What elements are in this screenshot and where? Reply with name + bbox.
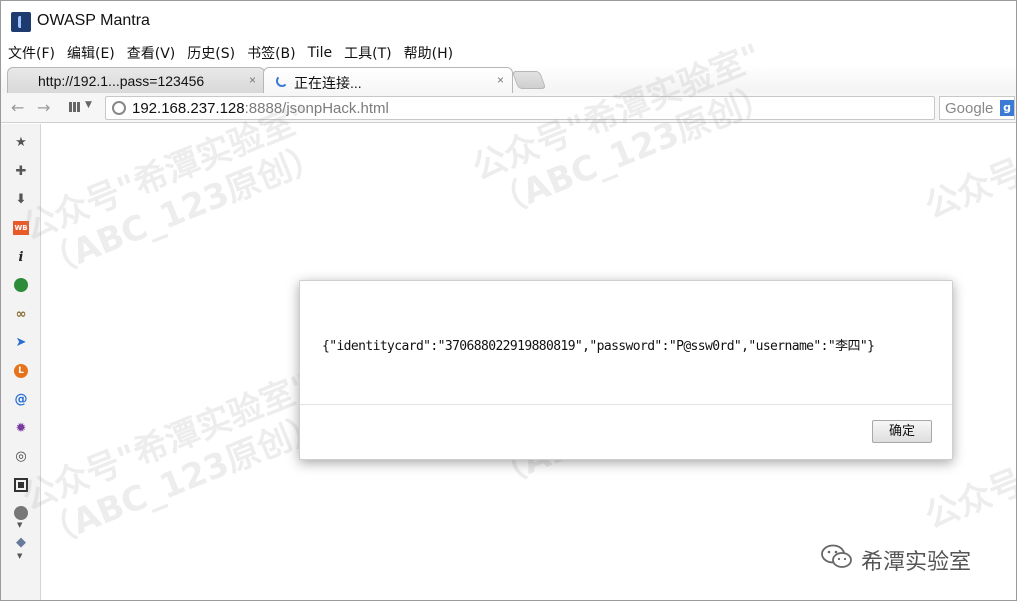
menu-edit[interactable]: 编辑(E)	[67, 43, 115, 63]
loading-spinner-icon	[276, 75, 288, 87]
window-title: OWASP Mantra	[37, 12, 150, 29]
link-icon[interactable]: ∞	[12, 305, 30, 323]
mantra-app-icon	[11, 12, 31, 32]
back-arrow-icon[interactable]: ←	[11, 98, 24, 117]
title-bar: OWASP Mantra	[1, 1, 1016, 41]
google-icon[interactable]: g	[1000, 100, 1014, 116]
gear-purple-icon[interactable]: ✹	[12, 419, 30, 437]
tab-current[interactable]: 正在连接... ×	[263, 67, 513, 93]
close-icon[interactable]: ×	[249, 73, 256, 87]
swirl-icon[interactable]: @	[12, 390, 30, 408]
grid-icon[interactable]	[69, 102, 81, 112]
wechat-icon	[821, 544, 852, 568]
qr-icon[interactable]	[12, 476, 30, 494]
brand-name: 希潭实验室	[861, 550, 972, 575]
browser-window: OWASP Mantra 文件(F) 编辑(E) 查看(V) 历史(S) 书签(…	[0, 0, 1017, 601]
search-input[interactable]: Google g	[939, 96, 1015, 120]
tab-label: http://192.1...pass=123456	[38, 73, 205, 89]
ok-button[interactable]: 确定	[872, 420, 932, 443]
divider	[300, 404, 952, 405]
url-host: 192.168.237.128	[132, 100, 245, 117]
chevron-down-icon[interactable]: ▼	[17, 521, 22, 529]
menu-history[interactable]: 历史(S)	[187, 43, 235, 63]
info-icon[interactable]: i	[12, 248, 30, 266]
palette-icon[interactable]: ◎	[12, 447, 30, 465]
skull-icon[interactable]	[12, 504, 30, 522]
address-bar[interactable]: 192.168.237.128:8888/jsonpHack.html	[105, 96, 935, 120]
menu-file[interactable]: 文件(F)	[8, 43, 55, 63]
chevron-down-icon[interactable]: ▼	[85, 100, 92, 110]
cursor-icon[interactable]: ➤	[12, 333, 30, 351]
wb-icon[interactable]: WB	[12, 219, 30, 237]
shield-icon[interactable]	[12, 276, 30, 294]
url-path: :8888/jsonpHack.html	[244, 100, 389, 117]
globe-icon	[112, 101, 126, 115]
menu-tools[interactable]: 工具(T)	[344, 43, 391, 63]
forward-arrow-icon[interactable]: →	[37, 98, 50, 117]
tag-icon[interactable]: ◆	[12, 533, 30, 551]
download-icon[interactable]: ⬇	[12, 190, 30, 208]
tab-strip: http://192.1...pass=123456 × 正在连接... ×	[1, 65, 1016, 93]
navigation-bar: ← → ▼ 192.168.237.128:8888/jsonpHack.htm…	[1, 93, 1016, 123]
menu-view[interactable]: 查看(V)	[127, 43, 176, 63]
menu-bar: 文件(F) 编辑(E) 查看(V) 历史(S) 书签(B) Tile 工具(T)…	[1, 41, 1016, 65]
alert-dialog: {"identitycard":"370688022919880819","pa…	[299, 280, 953, 460]
star-icon[interactable]: ★	[12, 133, 30, 151]
url-text[interactable]: 192.168.237.128:8888/jsonpHack.html	[132, 100, 389, 117]
menu-bookmarks[interactable]: 书签(B)	[247, 43, 296, 63]
new-tab-button[interactable]	[511, 71, 547, 89]
l-icon[interactable]: L	[12, 362, 30, 380]
tab-previous[interactable]: http://192.1...pass=123456 ×	[7, 67, 265, 93]
dialog-message: {"identitycard":"370688022919880819","pa…	[322, 339, 875, 354]
puzzle-icon[interactable]: ✚	[12, 162, 30, 180]
close-icon[interactable]: ×	[497, 73, 504, 87]
menu-tile[interactable]: Tile	[308, 45, 333, 61]
tab-label: 正在连接...	[294, 75, 362, 91]
chevron-down-icon[interactable]: ▼	[17, 552, 22, 560]
tools-sidebar: ★ ✚ ⬇ WB i ∞ ➤ L @ ✹ ◎ ▼ ◆ ▼	[1, 124, 41, 600]
menu-help[interactable]: 帮助(H)	[404, 43, 453, 63]
search-placeholder: Google	[945, 100, 994, 117]
